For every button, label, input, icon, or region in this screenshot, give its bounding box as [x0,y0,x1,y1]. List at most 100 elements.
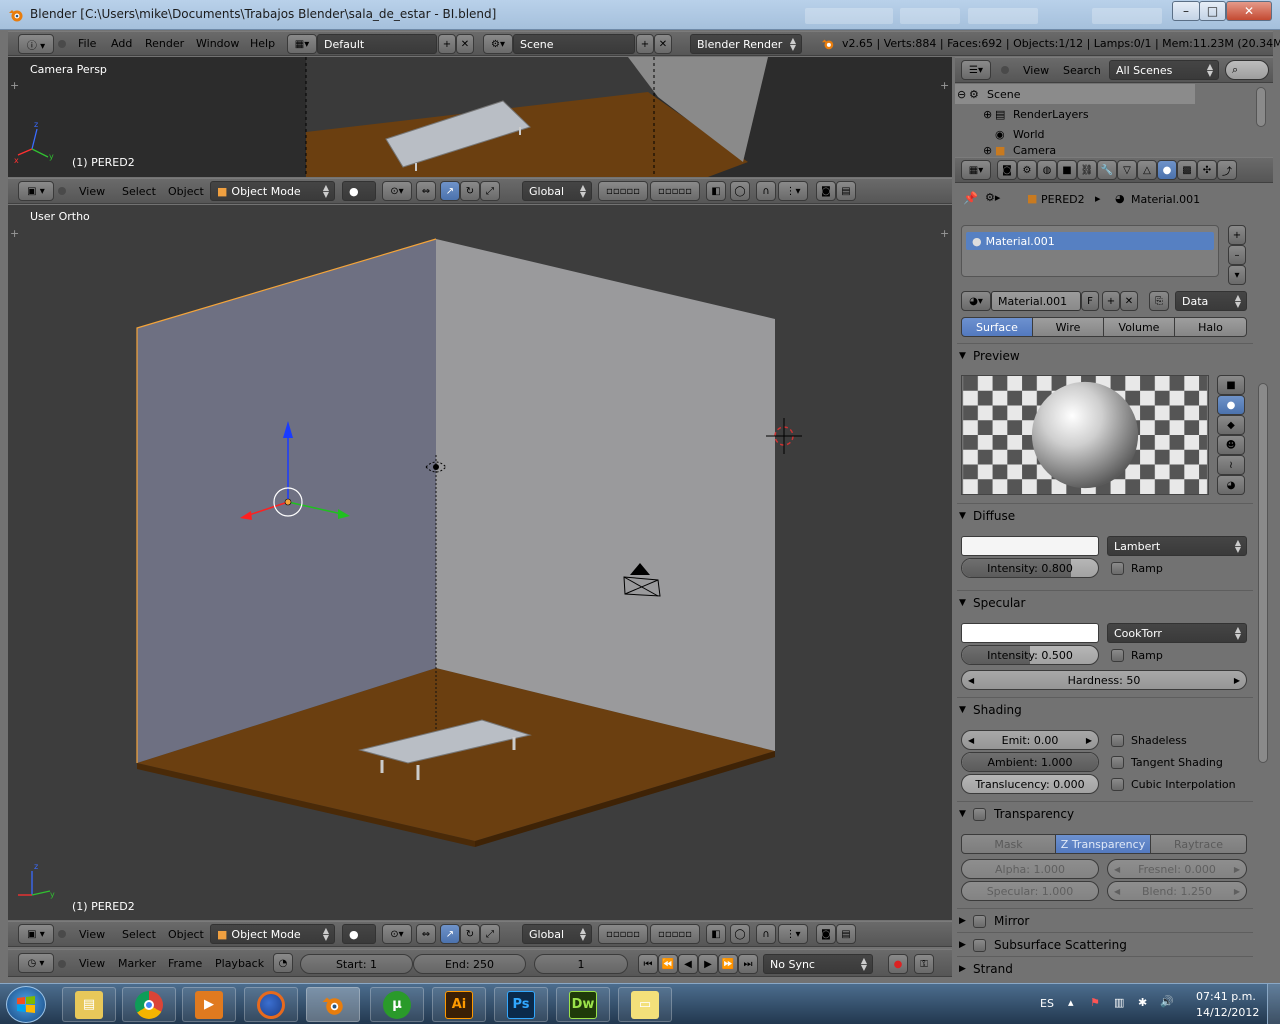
taskbar-explorer[interactable]: ▤ [62,987,116,1022]
render-anim-icon[interactable]: ▤ [836,181,856,201]
collapse-icon[interactable] [58,187,66,195]
jump-start-icon[interactable]: ⏮ [638,954,658,974]
outliner-item-camera[interactable]: ⊕ ■ Camera [983,144,1183,157]
collapse-icon[interactable] [58,40,66,48]
specular-intensity-slider[interactable]: Intensity: 0.500 [961,645,1099,665]
editor-type-button[interactable]: ⓘ ▾ [18,34,54,54]
texture-tab-icon[interactable]: ▩ [1177,160,1197,180]
snap-icon[interactable]: ∩ [756,181,776,201]
bone-tab-icon[interactable]: △ [1137,160,1157,180]
slot-menu-button[interactable]: ▾ [1228,265,1246,285]
proportional-icon[interactable]: ◯ [730,924,750,944]
split-area-icon[interactable]: + [10,227,19,240]
menu-file[interactable]: File [78,32,96,55]
split-area-icon[interactable]: + [10,79,19,92]
layers-icon[interactable]: ▫▫▫▫▫ [650,924,700,944]
outliner-item-world[interactable]: ◉ World [995,124,1175,144]
material-browse-icon[interactable]: ◕▾ [961,291,991,311]
unlink-material-button[interactable]: ✕ [1120,291,1138,311]
split-area-icon[interactable]: + [940,79,949,92]
outliner-item-renderlayers[interactable]: ⊕ ▤ RenderLayers [983,104,1183,124]
checkbox-icon[interactable] [973,914,986,928]
start-frame-field[interactable]: Start: 1 [300,954,413,974]
editor-type-button[interactable]: ▣ ▾ [18,181,54,201]
physics-tab-icon[interactable]: ⤴ [1217,160,1237,180]
mode-dropdown[interactable]: ■ Object Mode ▲ ▼ [210,181,335,201]
diffuse-color-swatch[interactable] [961,536,1099,556]
mirror-panel-header[interactable]: ▶ Mirror [959,910,1253,932]
preview-panel-header[interactable]: ▼ Preview [959,345,1253,367]
constraints-tab-icon[interactable]: ⛓ [1077,160,1097,180]
tab-volume[interactable]: Volume [1103,317,1175,337]
preview-range-icon[interactable]: ◔ [273,953,293,973]
snap-element-icon[interactable]: ⋮▾ [778,181,808,201]
menu-render[interactable]: Render [145,32,184,55]
tab-halo[interactable]: Halo [1174,317,1247,337]
volume-icon[interactable]: 🔊 [1160,995,1174,1008]
diffuse-ramp-checkbox[interactable]: Ramp [1111,558,1163,578]
language-indicator[interactable]: ES [1040,997,1054,1010]
shading-panel-header[interactable]: ▼ Shading [959,699,1253,721]
outliner-scrollbar[interactable] [1256,87,1266,127]
material-tab-icon[interactable]: ● [1157,160,1177,180]
outliner-item-scene[interactable]: ⊖ ⚙ Scene [955,84,1195,104]
layers-icon[interactable]: ▫▫▫▫▫ [598,181,648,201]
taskbar-folder[interactable]: ▭ [618,987,672,1022]
translucency-slider[interactable]: Translucency: 0.000 [961,774,1099,794]
menu-object[interactable]: Object [168,179,204,203]
layers-icon[interactable]: ▫▫▫▫▫ [598,924,648,944]
layers-icon[interactable]: ▫▫▫▫▫ [650,181,700,201]
fake-user-button[interactable]: F [1081,291,1099,311]
clock-time[interactable]: 07:41 p.m. [1196,990,1256,1003]
remove-layout-button[interactable]: ✕ [456,34,474,54]
rotate-icon[interactable]: ↻ [460,924,480,944]
preview-sphere-icon[interactable]: ● [1217,395,1245,415]
collapse-icon[interactable] [1001,66,1009,74]
menu-view[interactable]: View [1023,58,1049,82]
shading-dropdown[interactable]: ● [342,924,376,944]
proportional-icon[interactable]: ◯ [730,181,750,201]
diffuse-shader-dropdown[interactable]: Lambert ▲ ▼ [1107,536,1247,556]
menu-object[interactable]: Object [168,922,204,946]
current-frame-field[interactable]: 1 [534,954,628,974]
menu-view[interactable]: View [79,922,105,946]
clock-date[interactable]: 14/12/2012 [1196,1006,1259,1019]
jump-end-icon[interactable]: ⏭ [738,954,758,974]
pivot-icon[interactable]: ⊙▾ [382,924,412,944]
mode-dropdown[interactable]: ■ Object Mode ▲ ▼ [210,924,335,944]
close-button[interactable]: ✕ [1226,1,1272,21]
checkbox-icon[interactable] [973,938,986,952]
manipulator-toggle[interactable]: ⇔ [416,924,436,944]
data-tab-icon[interactable]: ▽ [1117,160,1137,180]
taskbar-photoshop[interactable]: Ps [494,987,548,1022]
scale-icon[interactable]: ⤢ [480,924,500,944]
scene-field[interactable]: Scene [513,34,635,54]
specular-color-swatch[interactable] [961,623,1099,643]
specular-panel-header[interactable]: ▼ Specular [959,592,1253,614]
bluetooth-icon[interactable]: ✱ [1138,996,1147,1009]
scale-icon[interactable]: ⤢ [480,181,500,201]
menu-view[interactable]: View [79,950,105,976]
particles-tab-icon[interactable]: ✣ [1197,160,1217,180]
collapse-icon[interactable] [58,930,66,938]
link-dropdown[interactable]: Data ▲ ▼ [1175,291,1247,311]
tab-surface[interactable]: Surface [961,317,1033,337]
menu-playback[interactable]: Playback [215,950,264,976]
specular-alpha-slider[interactable]: Specular: 1.000 [961,881,1099,901]
editor-type-button[interactable]: ▣ ▾ [18,924,54,944]
play-icon[interactable]: ▶ [698,954,718,974]
menu-frame[interactable]: Frame [168,950,202,976]
camera-viewport[interactable]: Camera Persp (1) PERED2 z y x + + [8,57,952,177]
layout-icon[interactable]: ▦▾ [287,34,317,54]
preview-sky-icon[interactable]: ◕ [1217,475,1245,495]
lock-layer-icon[interactable]: ◧ [706,924,726,944]
render-anim-icon[interactable]: ▤ [836,924,856,944]
taskbar-firefox[interactable] [244,987,298,1022]
translate-icon[interactable]: ↗ [440,924,460,944]
sync-dropdown[interactable]: No Sync ▲ ▼ [763,954,873,974]
render-icon[interactable]: ◙ [816,924,836,944]
diffuse-panel-header[interactable]: ▼ Diffuse [959,505,1253,527]
lock-layer-icon[interactable]: ◧ [706,181,726,201]
editor-type-button[interactable]: ◷ ▾ [18,953,54,973]
main-viewport[interactable]: User Ortho (1) PERED2 z y + + [8,205,952,920]
